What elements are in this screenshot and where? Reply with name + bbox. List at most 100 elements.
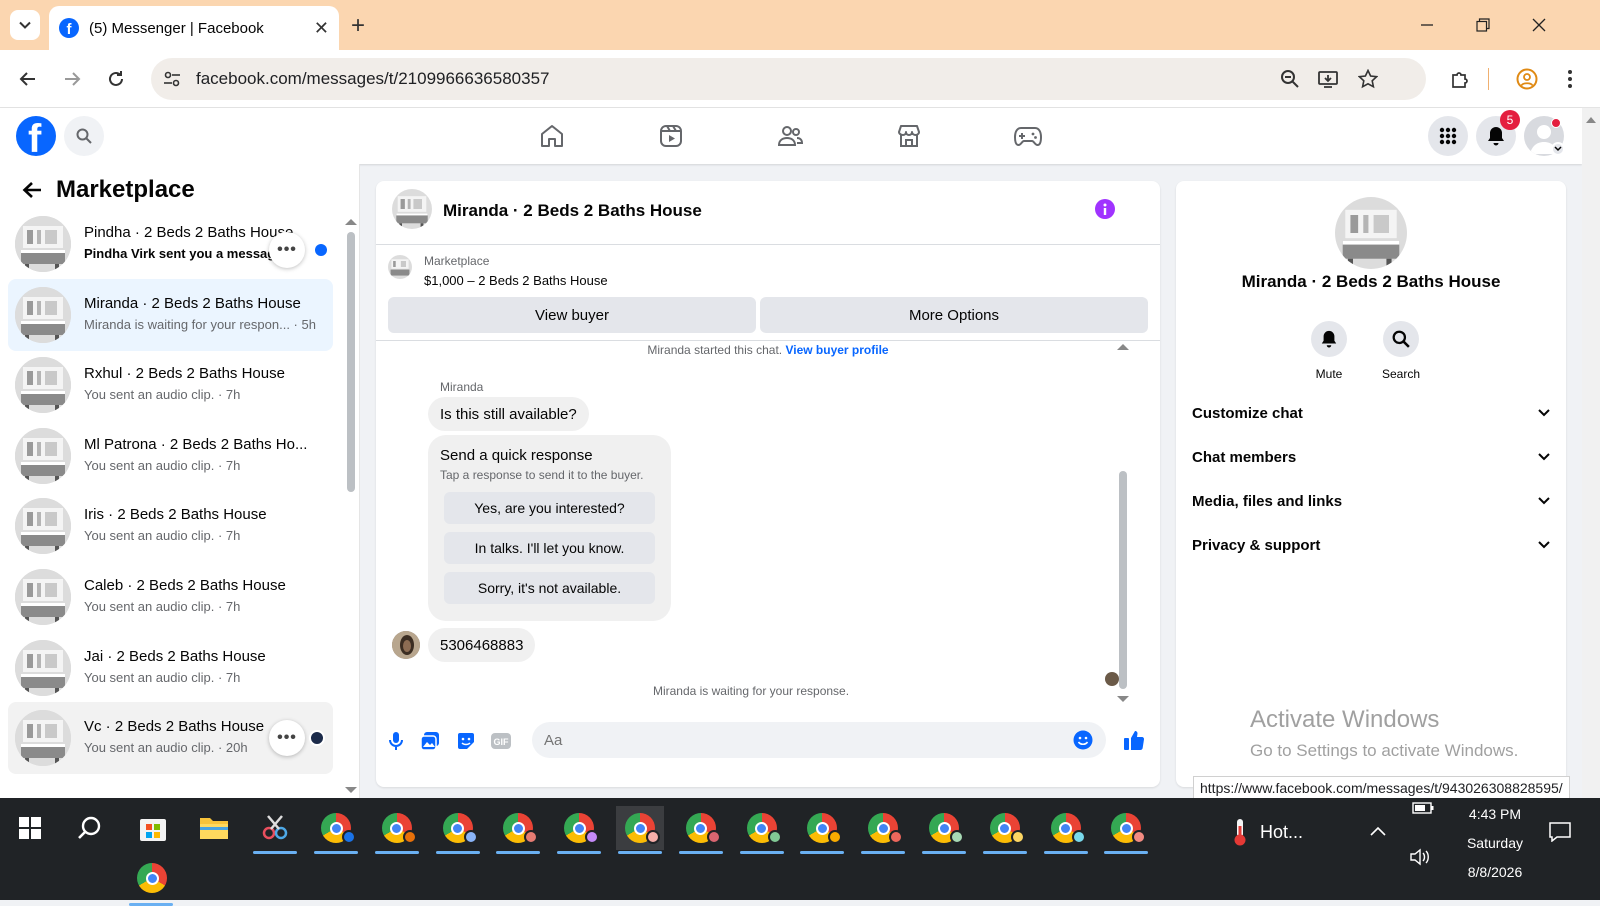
taskbar-store[interactable] bbox=[129, 806, 177, 850]
conversation-item[interactable]: Jai · 2 Beds 2 Baths House You sent an au… bbox=[8, 632, 333, 704]
section-chat-members[interactable]: Chat members bbox=[1192, 437, 1550, 477]
chat-scrollbar-thumb[interactable] bbox=[1119, 471, 1127, 689]
details-avatar[interactable] bbox=[1335, 197, 1407, 269]
nav-friends[interactable] bbox=[758, 120, 822, 152]
taskbar-chrome-window[interactable] bbox=[798, 806, 846, 854]
chat-avatar[interactable] bbox=[392, 189, 432, 229]
taskbar-chrome-window[interactable] bbox=[738, 806, 786, 854]
taskbar-chrome-window[interactable] bbox=[434, 806, 482, 854]
battery-indicator[interactable] bbox=[1412, 802, 1434, 814]
voice-clip-button[interactable] bbox=[382, 727, 410, 755]
person-avatar-icon bbox=[392, 631, 420, 659]
taskbar-chrome-window[interactable] bbox=[920, 806, 968, 854]
sticker-button[interactable] bbox=[452, 727, 480, 755]
bookmark-button[interactable] bbox=[1356, 67, 1380, 91]
taskbar-chrome-window[interactable] bbox=[494, 806, 542, 854]
conversation-info-button[interactable] bbox=[1095, 199, 1115, 219]
nav-video[interactable] bbox=[639, 120, 703, 152]
conversation-item[interactable]: Iris · 2 Beds 2 Baths House You sent an a… bbox=[8, 490, 333, 562]
message-input[interactable] bbox=[544, 722, 1054, 758]
conversation-item[interactable]: Ml Patrona · 2 Beds 2 Baths Ho... You sen… bbox=[8, 420, 333, 492]
restore-button[interactable] bbox=[1468, 10, 1498, 40]
section-privacy-support[interactable]: Privacy & support bbox=[1192, 525, 1550, 565]
conversation-item[interactable]: Rxhul · 2 Beds 2 Baths House You sent an … bbox=[8, 349, 333, 421]
taskbar-chrome-window[interactable] bbox=[859, 806, 907, 854]
address-bar[interactable]: facebook.com/messages/t/2109966636580357 bbox=[151, 58, 1426, 100]
view-buyer-button[interactable]: View buyer bbox=[388, 297, 756, 333]
nav-gaming[interactable] bbox=[996, 120, 1060, 152]
conversation-item[interactable]: Miranda · 2 Beds 2 Baths House Miranda is… bbox=[8, 278, 333, 351]
conversation-more-button[interactable]: ••• bbox=[269, 232, 305, 268]
quick-response-button[interactable]: In talks. I'll let you know. bbox=[444, 532, 655, 564]
back-to-chats-button[interactable] bbox=[18, 176, 46, 204]
section-customize-chat[interactable]: Customize chat bbox=[1192, 393, 1550, 433]
listing-title[interactable]: $1,000 – 2 Beds 2 Baths House bbox=[424, 273, 608, 288]
sender-avatar[interactable] bbox=[392, 631, 420, 659]
taskbar-chrome-window[interactable] bbox=[981, 806, 1029, 854]
minimize-button[interactable] bbox=[1412, 10, 1442, 40]
weather-widget[interactable]: Hot... bbox=[1232, 818, 1303, 846]
quick-response-button[interactable]: Yes, are you interested? bbox=[444, 492, 655, 524]
profile-badge bbox=[1010, 830, 1025, 844]
close-window-button[interactable] bbox=[1524, 10, 1554, 40]
taskbar-chrome-window[interactable] bbox=[312, 806, 360, 854]
close-tab-icon[interactable]: ✕ bbox=[314, 18, 329, 39]
taskbar-file-explorer[interactable] bbox=[190, 806, 238, 850]
extensions-button[interactable] bbox=[1448, 67, 1472, 91]
conversation-name: Iris · 2 Beds 2 Baths House bbox=[84, 506, 267, 524]
facebook-logo-icon[interactable]: f bbox=[16, 116, 56, 156]
quick-response-button[interactable]: Sorry, it's not available. bbox=[444, 572, 655, 604]
section-media-files-links[interactable]: Media, files and links bbox=[1192, 481, 1550, 521]
profile-button[interactable] bbox=[1515, 67, 1539, 91]
more-options-button[interactable]: More Options bbox=[760, 297, 1148, 333]
taskbar-chrome-window[interactable] bbox=[373, 806, 421, 854]
mute-button[interactable] bbox=[1311, 321, 1347, 357]
forward-button[interactable] bbox=[58, 65, 86, 93]
taskbar-chrome-window[interactable] bbox=[616, 806, 664, 854]
facebook-search-button[interactable] bbox=[64, 116, 104, 156]
gif-button[interactable]: GIF bbox=[487, 727, 515, 755]
site-info-button[interactable] bbox=[154, 61, 190, 97]
reload-button[interactable] bbox=[102, 65, 130, 93]
taskbar-snipping-tool[interactable] bbox=[251, 806, 299, 854]
send-like-button[interactable] bbox=[1120, 726, 1148, 754]
search-in-conversation-button[interactable] bbox=[1383, 321, 1419, 357]
taskbar-chrome-window[interactable] bbox=[1102, 806, 1150, 854]
taskbar-chrome-window[interactable] bbox=[677, 806, 725, 854]
list-scrollbar-thumb[interactable] bbox=[347, 232, 355, 492]
back-button[interactable] bbox=[14, 65, 42, 93]
volume-indicator[interactable] bbox=[1410, 848, 1432, 866]
start-button[interactable] bbox=[6, 806, 54, 850]
tab-search-button[interactable] bbox=[10, 10, 40, 40]
action-center-button[interactable] bbox=[1549, 822, 1571, 842]
browser-tab[interactable]: f (5) Messenger | Facebook ✕ bbox=[49, 6, 339, 50]
view-buyer-profile-link[interactable]: View buyer profile bbox=[785, 343, 888, 357]
sticker-icon bbox=[458, 733, 474, 749]
taskbar-chrome-window[interactable] bbox=[555, 806, 603, 854]
show-hidden-icons-button[interactable] bbox=[1370, 826, 1386, 836]
nav-marketplace[interactable] bbox=[877, 120, 941, 152]
message-composer[interactable] bbox=[532, 722, 1106, 758]
message-bubble[interactable]: Is this still available? bbox=[428, 397, 589, 431]
new-tab-button[interactable]: + bbox=[344, 12, 372, 40]
search-label: Search bbox=[1381, 367, 1421, 381]
page-scrollbar[interactable] bbox=[1582, 108, 1600, 798]
clock[interactable]: 4:43 PM Saturday 8/8/2026 bbox=[1440, 800, 1550, 887]
zoom-button[interactable] bbox=[1278, 67, 1302, 91]
menu-button[interactable] bbox=[1428, 116, 1468, 156]
attach-photo-button[interactable] bbox=[416, 727, 444, 755]
emoji-button[interactable] bbox=[1072, 729, 1094, 751]
taskbar-chrome-extra[interactable] bbox=[127, 856, 177, 906]
account-chevron[interactable] bbox=[1551, 142, 1565, 156]
taskbar-chrome-window[interactable] bbox=[1042, 806, 1090, 854]
install-app-button[interactable] bbox=[1316, 67, 1340, 91]
conversation-item[interactable]: Caleb · 2 Beds 2 Baths House You sent an … bbox=[8, 561, 333, 633]
browser-menu-button[interactable] bbox=[1558, 67, 1582, 91]
url-text[interactable]: facebook.com/messages/t/2109966636580357 bbox=[196, 69, 549, 89]
taskbar-search-button[interactable] bbox=[66, 806, 114, 850]
more-horizontal-icon: ••• bbox=[277, 729, 297, 747]
message-bubble[interactable]: 5306468883 bbox=[428, 628, 536, 662]
nav-home[interactable] bbox=[520, 120, 584, 152]
conversation-more-button-2[interactable]: ••• bbox=[269, 720, 305, 757]
running-indicator bbox=[374, 851, 419, 854]
